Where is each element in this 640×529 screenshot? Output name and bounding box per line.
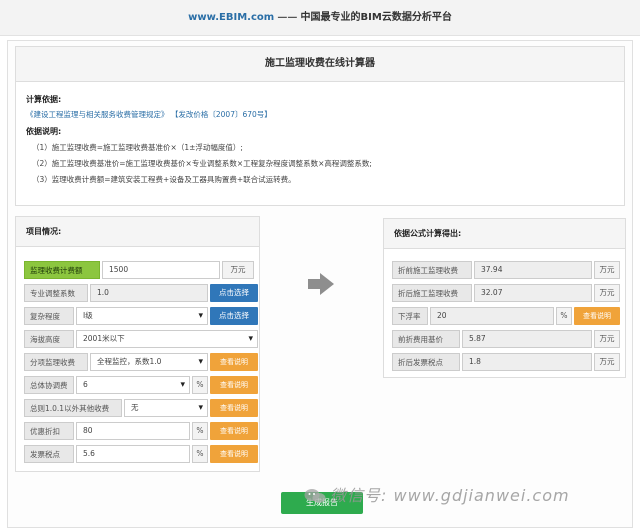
tax-label: 发票税点 xyxy=(24,445,74,463)
after-row: 折后施工监理收费 32.07 万元 xyxy=(392,284,620,302)
float-row: 下浮率 20 % 查看说明 xyxy=(392,307,620,325)
pre-base-unit: 万元 xyxy=(594,330,620,348)
reference-number: 【发改价格〔2007〕670号】 xyxy=(170,110,272,119)
fee-base-unit: 万元 xyxy=(222,261,254,279)
other-fee-info-button[interactable]: 查看说明 xyxy=(210,399,258,417)
basis-heading: 计算依据: xyxy=(26,95,62,104)
fee-base-row: 监理收费计费额 1500 万元 xyxy=(24,261,254,279)
tax-amount-unit: 万元 xyxy=(594,353,620,371)
tax-amount-label: 折后发票税点 xyxy=(392,353,460,371)
before-row: 折前施工监理收费 37.94 万元 xyxy=(392,261,620,279)
altitude-row: 海拔高度 2001米以下 xyxy=(24,330,258,348)
discount-unit: % xyxy=(192,422,208,440)
before-label: 折前施工监理收费 xyxy=(392,261,472,279)
before-unit: 万元 xyxy=(594,261,620,279)
after-value: 32.07 xyxy=(474,284,592,302)
arrow-right-icon xyxy=(308,273,334,295)
notes-heading: 依据说明: xyxy=(26,127,62,136)
result-panel-title: 依据公式计算得出: xyxy=(384,219,625,249)
project-panel: 项目情况: 监理收费计费额 1500 万元 专业调整系数 1.0 点击选择 复杂… xyxy=(15,216,260,472)
header-separator: —— xyxy=(277,12,298,23)
discount-input[interactable]: 80 xyxy=(76,422,190,440)
tax-input[interactable]: 5.6 xyxy=(76,445,190,463)
note-line: （1）施工监理收费=施工监理收费基准价×（1±浮动幅度值）; xyxy=(32,143,243,152)
complexity-label: 复杂程度 xyxy=(24,307,74,325)
tax-unit: % xyxy=(192,445,208,463)
phase-row: 分项监理收费 全程监控，系数1.0 查看说明 xyxy=(24,353,258,371)
discount-row: 优惠折扣 80 % 查看说明 xyxy=(24,422,258,440)
fee-base-label: 监理收费计费额 xyxy=(24,261,100,279)
reference-doc-link[interactable]: 《建设工程监理与相关服务收费管理规定》 xyxy=(26,110,169,119)
specialty-select-button[interactable]: 点击选择 xyxy=(210,284,258,302)
tax-amount-row: 折后发票税点 1.8 万元 xyxy=(392,353,620,371)
overall-select[interactable]: 6 xyxy=(76,376,190,394)
overall-unit: % xyxy=(192,376,208,394)
discount-info-button[interactable]: 查看说明 xyxy=(210,422,258,440)
pre-base-value: 5.87 xyxy=(462,330,592,348)
overall-row: 总体协调费 6 % 查看说明 xyxy=(24,376,258,394)
altitude-select[interactable]: 2001米以下 xyxy=(76,330,258,348)
specialty-row: 专业调整系数 1.0 点击选择 xyxy=(24,284,258,302)
discount-label: 优惠折扣 xyxy=(24,422,74,440)
project-panel-title: 项目情况: xyxy=(16,217,259,247)
calculator-title: 施工监理收费在线计算器 xyxy=(15,46,625,82)
after-label: 折后施工监理收费 xyxy=(392,284,472,302)
pre-base-label: 前折费用基价 xyxy=(392,330,460,348)
complexity-select-button[interactable]: 点击选择 xyxy=(210,307,258,325)
tax-amount-value: 1.8 xyxy=(462,353,592,371)
note-line: （3）监理收费计费额=建筑安装工程费+设备及工器具购置费+联合试运转费。 xyxy=(32,175,296,184)
other-fee-select[interactable]: 无 xyxy=(124,399,208,417)
result-panel: 依据公式计算得出: 折前施工监理收费 37.94 万元 折后施工监理收费 32.… xyxy=(383,218,626,378)
pre-base-row: 前折费用基价 5.87 万元 xyxy=(392,330,620,348)
note-line: （2）施工监理收费基准价=施工监理收费基价×专业调整系数×工程复杂程度调整系数×… xyxy=(32,159,372,168)
tax-row: 发票税点 5.6 % 查看说明 xyxy=(24,445,258,463)
other-fee-label: 总则1.0.1以外其他收费 xyxy=(24,399,122,417)
after-unit: 万元 xyxy=(594,284,620,302)
float-info-button[interactable]: 查看说明 xyxy=(574,307,620,325)
float-unit: % xyxy=(556,307,572,325)
float-label: 下浮率 xyxy=(392,307,428,325)
before-value: 37.94 xyxy=(474,261,592,279)
wechat-icon xyxy=(304,489,326,503)
overall-info-button[interactable]: 查看说明 xyxy=(210,376,258,394)
phase-label: 分项监理收费 xyxy=(24,353,88,371)
phase-info-button[interactable]: 查看说明 xyxy=(210,353,258,371)
watermark-text: 微信号: www.gdjianwei.com xyxy=(330,486,570,505)
site-brand-link[interactable]: www.EBIM.com xyxy=(188,12,274,23)
fee-base-input[interactable]: 1500 xyxy=(102,261,220,279)
specialty-input[interactable]: 1.0 xyxy=(90,284,208,302)
phase-select[interactable]: 全程监控，系数1.0 xyxy=(90,353,208,371)
site-slogan: 中国最专业的BIM云数据分析平台 xyxy=(300,12,452,23)
altitude-label: 海拔高度 xyxy=(24,330,74,348)
complexity-select[interactable]: Ⅰ级 xyxy=(76,307,208,325)
tax-info-button[interactable]: 查看说明 xyxy=(210,445,258,463)
other-fee-row: 总则1.0.1以外其他收费 无 查看说明 xyxy=(24,399,258,417)
calculation-basis: 计算依据: 《建设工程监理与相关服务收费管理规定》 【发改价格〔2007〕670… xyxy=(15,82,625,206)
basis-reference: 《建设工程监理与相关服务收费管理规定》 【发改价格〔2007〕670号】 xyxy=(26,109,614,120)
float-value: 20 xyxy=(430,307,554,325)
specialty-label: 专业调整系数 xyxy=(24,284,88,302)
site-header: www.EBIM.com —— 中国最专业的BIM云数据分析平台 xyxy=(0,0,640,36)
overall-label: 总体协调费 xyxy=(24,376,74,394)
complexity-row: 复杂程度 Ⅰ级 点击选择 xyxy=(24,307,258,325)
